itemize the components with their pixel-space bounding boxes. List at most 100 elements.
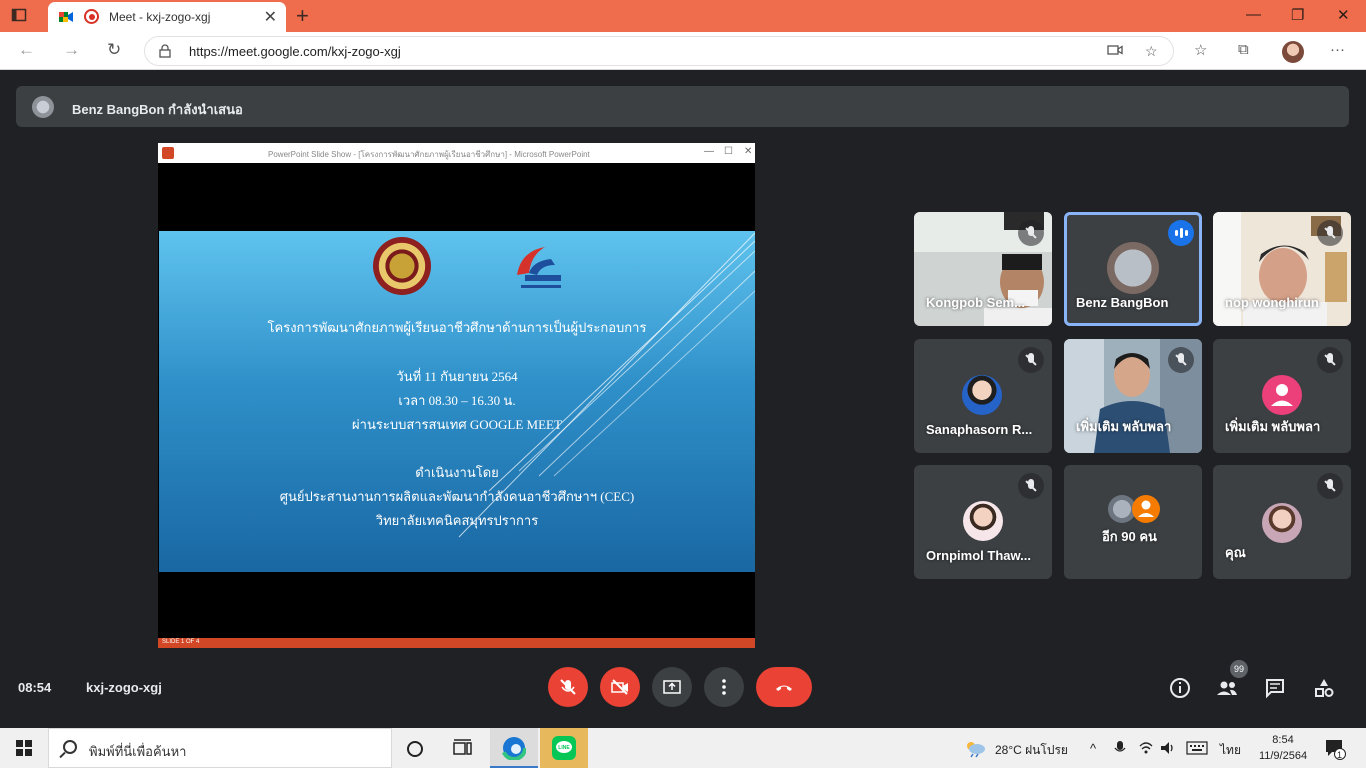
taskbar-clock[interactable]: 8:54 11/9/2564 <box>1258 732 1308 764</box>
presenting-text: Benz BangBon กำลังนำเสนอ <box>72 102 243 117</box>
participant-tile[interactable]: เพิ่มเติม พลับพลา <box>1213 339 1351 453</box>
muted-mic-icon <box>1317 347 1343 373</box>
microphone-tray-icon[interactable] <box>1114 740 1126 756</box>
college-seal-logo <box>373 237 431 295</box>
ppt-titlebar: PowerPoint Slide Show - [โครงการพัฒนาศัก… <box>158 143 755 163</box>
participant-name: Ornpimol Thaw... <box>926 548 1031 563</box>
edge-taskbar-button[interactable] <box>490 728 538 768</box>
participant-name: Benz BangBon <box>1076 295 1169 310</box>
close-window-icon[interactable]: ✕ <box>1337 6 1350 24</box>
lock-icon <box>159 44 171 58</box>
camera-off-icon <box>611 679 628 695</box>
volume-icon[interactable] <box>1160 740 1176 756</box>
muted-mic-icon <box>1168 347 1194 373</box>
participant-name: nop wonghirun <box>1225 295 1319 310</box>
windows-taskbar: พิมพ์ที่นี่เพื่อค้นหา LINE 28°C ฝนโปรย ^… <box>0 728 1366 768</box>
participant-avatar <box>962 375 1002 415</box>
participant-name: Sanaphasorn R... <box>926 422 1033 437</box>
refresh-icon[interactable]: ↻ <box>107 40 121 60</box>
taskbar-search[interactable]: พิมพ์ที่นี่เพื่อค้นหา <box>48 728 392 768</box>
collections-icon[interactable]: ⧉ <box>1238 41 1249 58</box>
slide-line-4: ผ่านระบบสารสนเทศ GOOGLE MEET <box>352 417 562 432</box>
participant-tile[interactable]: Ornpimol Thaw... <box>914 465 1052 579</box>
minimize-icon[interactable]: — <box>1246 6 1261 23</box>
muted-mic-icon <box>1018 473 1044 499</box>
back-icon[interactable]: ← <box>18 40 35 60</box>
camera-permission-icon[interactable] <box>1107 43 1123 60</box>
favorites-icon[interactable]: ☆ <box>1194 41 1207 59</box>
add-favorite-icon[interactable]: ☆ <box>1145 43 1158 60</box>
presentation-slide: โครงการพัฒนาศักยภาพผู้เรียนอาชีวศึกษาด้า… <box>159 231 755 572</box>
clock-time: 8:54 <box>1272 734 1294 746</box>
mic-off-icon <box>560 679 576 695</box>
presenter-avatar <box>32 96 54 118</box>
weather-text[interactable]: 28°C ฝนโปรย <box>995 741 1068 760</box>
more-vert-icon <box>722 679 726 695</box>
svg-text:LINE: LINE <box>558 745 570 751</box>
weather-icon[interactable] <box>963 738 987 758</box>
slide-line-3: เวลา 08.30 – 16.30 น. <box>398 393 516 408</box>
meeting-details-icon[interactable] <box>1169 677 1191 699</box>
present-screen-icon <box>663 680 681 694</box>
participant-tile[interactable]: Kongpob Sem... <box>914 212 1052 326</box>
slide-line-2: วันที่ 11 กันยายน 2564 <box>396 369 518 384</box>
participant-tile[interactable]: เพิ่มเติม พลับพลา <box>1064 339 1202 453</box>
present-now-button[interactable] <box>652 667 692 707</box>
shared-screen[interactable]: PowerPoint Slide Show - [โครงการพัฒนาศัก… <box>158 143 755 648</box>
url-text: https://meet.google.com/kxj-zogo-xgj <box>189 44 401 59</box>
people-icon[interactable] <box>1216 677 1238 699</box>
muted-mic-icon <box>1317 473 1343 499</box>
tab-actions-icon[interactable] <box>10 7 28 25</box>
browser-titlebar: Meet - kxj-zogo-xgj ✕ + — ❐ ✕ <box>0 0 1366 32</box>
active-tab[interactable]: Meet - kxj-zogo-xgj ✕ <box>48 2 286 32</box>
muted-mic-icon <box>1018 347 1044 373</box>
edge-icon <box>502 736 526 760</box>
profile-avatar[interactable] <box>1282 41 1304 63</box>
leave-call-button[interactable] <box>756 667 812 707</box>
participant-avatar <box>1107 242 1159 294</box>
others-count: อีก 90 คน <box>1102 529 1157 544</box>
tab-close-icon[interactable]: ✕ <box>264 7 277 27</box>
tray-expand-icon[interactable]: ^ <box>1090 741 1096 756</box>
line-taskbar-button[interactable]: LINE <box>540 728 588 768</box>
meeting-code: kxj-zogo-xgj <box>86 680 162 695</box>
speaking-indicator-icon <box>1168 220 1194 246</box>
forward-icon[interactable]: → <box>63 40 80 60</box>
mic-toggle-button[interactable] <box>548 667 588 707</box>
clock-date: 11/9/2564 <box>1258 750 1308 762</box>
recording-icon <box>84 9 99 24</box>
notification-icon[interactable] <box>1324 738 1346 760</box>
slide-line-1: โครงการพัฒนาศักยภาพผู้เรียนอาชีวศึกษาด้า… <box>267 320 647 335</box>
participant-avatar <box>1262 503 1302 543</box>
activities-icon[interactable] <box>1313 677 1335 699</box>
task-view-icon[interactable] <box>453 739 473 757</box>
more-options-button[interactable] <box>704 667 744 707</box>
keyboard-icon[interactable] <box>1186 741 1208 755</box>
muted-mic-icon <box>1018 220 1044 246</box>
input-language[interactable]: ไทย <box>1220 741 1241 760</box>
more-menu-icon[interactable]: ··· <box>1330 41 1345 58</box>
presenting-banner: Benz BangBon กำลังนำเสนอ <box>16 86 1349 127</box>
search-icon <box>63 740 77 754</box>
participant-tile[interactable]: คุณ <box>1213 465 1351 579</box>
ppt-minimize-icon: — <box>704 146 714 157</box>
participant-tile[interactable]: Benz BangBon <box>1064 212 1202 326</box>
participant-tile[interactable]: Sanaphasorn R... <box>914 339 1052 453</box>
ppt-caption: PowerPoint Slide Show - [โครงการพัฒนาศัก… <box>268 150 590 159</box>
windows-start-icon[interactable] <box>16 740 32 756</box>
others-avatar <box>1132 495 1160 523</box>
participant-tile[interactable]: nop wonghirun <box>1213 212 1351 326</box>
restore-icon[interactable]: ❐ <box>1291 6 1304 24</box>
meet-favicon-icon <box>59 12 73 22</box>
participant-name: Kongpob Sem... <box>926 295 1025 310</box>
cortana-icon[interactable] <box>406 740 424 758</box>
camera-toggle-button[interactable] <box>600 667 640 707</box>
wifi-icon[interactable] <box>1138 740 1154 756</box>
address-bar[interactable]: https://meet.google.com/kxj-zogo-xgj ☆ <box>144 36 1174 66</box>
chat-icon[interactable] <box>1264 677 1286 699</box>
ppt-statusbar: SLIDE 1 OF 4 <box>158 638 755 648</box>
others-tile[interactable]: อีก 90 คน <box>1064 465 1202 579</box>
line-app-icon: LINE <box>552 736 576 760</box>
new-tab-icon[interactable]: + <box>296 3 309 29</box>
participant-avatar <box>963 501 1003 541</box>
